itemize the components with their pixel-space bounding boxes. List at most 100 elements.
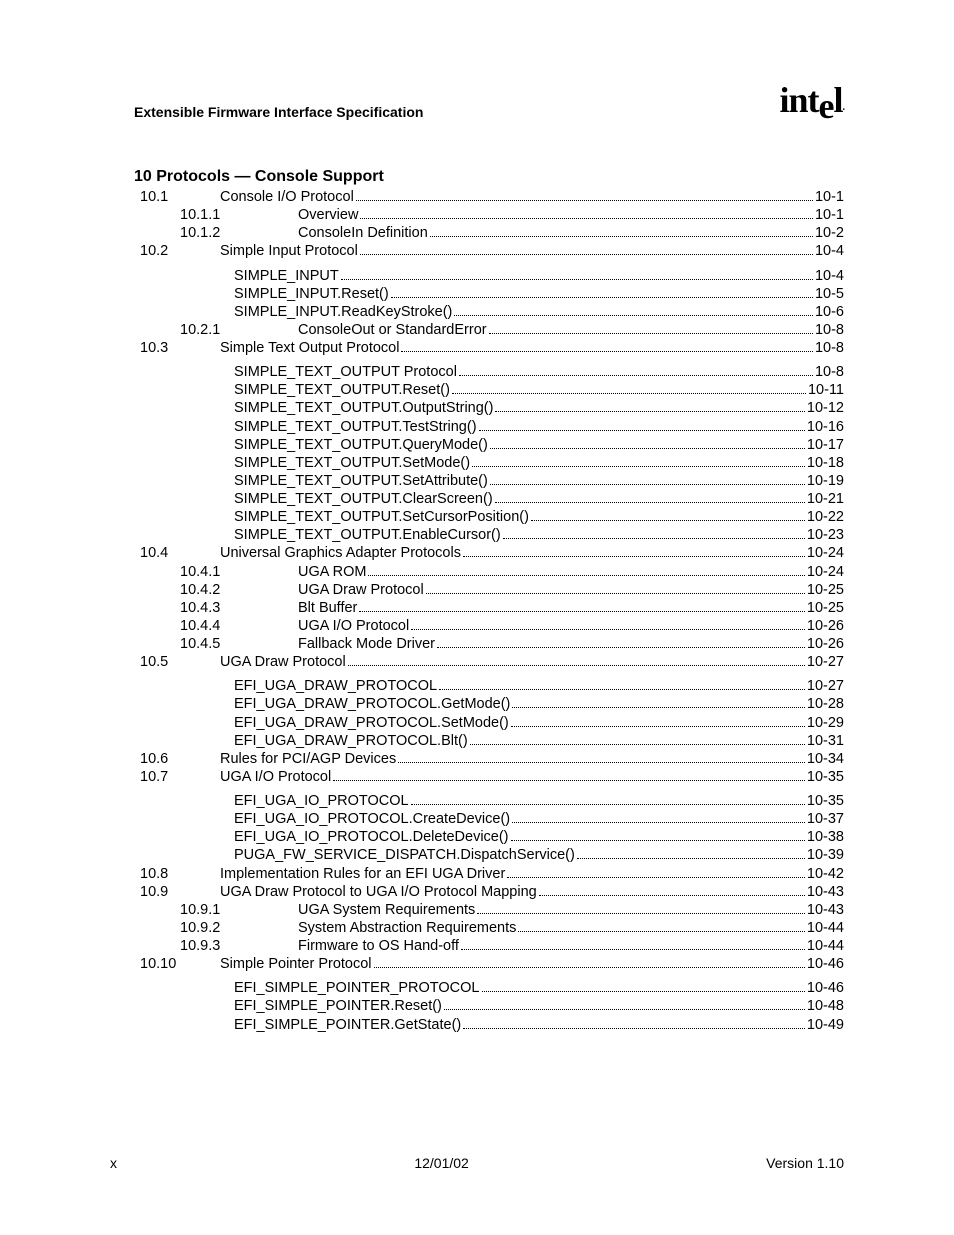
toc-entry-page: 10-26 <box>807 635 844 653</box>
toc-leader-dots <box>360 218 813 219</box>
toc-entry-number: 10.6 <box>134 750 220 768</box>
toc-entry-label: UGA Draw Protocol <box>220 653 346 671</box>
toc-leader-dots <box>511 840 805 841</box>
toc-entry: EFI_UGA_DRAW_PROTOCOL.SetMode() 10-29 <box>134 714 844 732</box>
toc-entry-page: 10-16 <box>807 418 844 436</box>
toc-entry: 10.9.3Firmware to OS Hand-off 10-44 <box>134 937 844 955</box>
toc-leader-dots <box>368 575 804 576</box>
toc-leader-dots <box>348 665 805 666</box>
toc-leader-dots <box>463 556 805 557</box>
toc-entry: 10.5UGA Draw Protocol 10-27 <box>134 653 844 671</box>
toc-leader-dots <box>359 611 805 612</box>
toc-entry-label: Simple Pointer Protocol <box>220 955 372 973</box>
toc-leader-dots <box>391 297 813 298</box>
toc-leader-dots <box>398 762 805 763</box>
toc-entry: SIMPLE_TEXT_OUTPUT Protocol 10-8 <box>134 363 844 381</box>
footer-version: Version 1.10 <box>766 1155 844 1171</box>
toc-entry-page: 10-26 <box>807 617 844 635</box>
toc-entry-page: 10-43 <box>807 901 844 919</box>
toc-entry-page: 10-25 <box>807 581 844 599</box>
toc-entry: EFI_UGA_DRAW_PROTOCOL.GetMode() 10-28 <box>134 695 844 713</box>
toc-entry-label: Console I/O Protocol <box>220 188 354 206</box>
toc-entry-number: 10.1.2 <box>134 224 298 242</box>
toc-leader-dots <box>374 967 805 968</box>
toc-entry-page: 10-1 <box>815 188 844 206</box>
toc-entry-label: SIMPLE_INPUT <box>134 267 339 285</box>
toc-entry-page: 10-28 <box>807 695 844 713</box>
toc-entry-number: 10.4.2 <box>134 581 298 599</box>
toc-entry-label: Blt Buffer <box>298 599 357 617</box>
toc-entry-page: 10-19 <box>807 472 844 490</box>
toc-entry-page: 10-18 <box>807 454 844 472</box>
toc-leader-dots <box>472 466 805 467</box>
toc-entry: EFI_UGA_IO_PROTOCOL.DeleteDevice() 10-38 <box>134 828 844 846</box>
toc-entry-page: 10-39 <box>807 846 844 864</box>
toc-entry: 10.4.3Blt Buffer 10-25 <box>134 599 844 617</box>
toc-entry-number: 10.2 <box>134 242 220 260</box>
toc-entry-label: SIMPLE_TEXT_OUTPUT.EnableCursor() <box>134 526 501 544</box>
toc-entry: SIMPLE_INPUT.ReadKeyStroke() 10-6 <box>134 303 844 321</box>
toc-entry: 10.2Simple Input Protocol 10-4 <box>134 242 844 260</box>
footer-page-num: x <box>110 1155 117 1171</box>
toc-entry-page: 10-46 <box>807 979 844 997</box>
toc-entry-label: Firmware to OS Hand-off <box>298 937 459 955</box>
toc-entry-number: 10.2.1 <box>134 321 298 339</box>
toc-entry-label: EFI_UGA_DRAW_PROTOCOL <box>134 677 437 695</box>
toc-entry-label: SIMPLE_TEXT_OUTPUT.SetAttribute() <box>134 472 488 490</box>
toc-entry: EFI_UGA_IO_PROTOCOL 10-35 <box>134 792 844 810</box>
toc-leader-dots <box>511 726 805 727</box>
toc-leader-dots <box>470 744 805 745</box>
toc-leader-dots <box>477 913 805 914</box>
toc-leader-dots <box>454 315 813 316</box>
toc-entry-page: 10-8 <box>815 339 844 357</box>
section-title: 10 Protocols — Console Support <box>134 168 844 186</box>
toc-entry-page: 10-4 <box>815 267 844 285</box>
toc-entry-number: 10.1 <box>134 188 220 206</box>
toc-entry-label: SIMPLE_TEXT_OUTPUT.QueryMode() <box>134 436 488 454</box>
toc-entry-number: 10.9.1 <box>134 901 298 919</box>
toc-leader-dots <box>577 858 805 859</box>
toc-leader-dots <box>411 629 805 630</box>
toc-leader-dots <box>437 647 805 648</box>
footer-date: 12/01/02 <box>414 1155 469 1171</box>
toc-entry-page: 10-6 <box>815 303 844 321</box>
toc-leader-dots <box>333 780 805 781</box>
toc-entry: EFI_UGA_IO_PROTOCOL.CreateDevice() 10-37 <box>134 810 844 828</box>
toc-entry-page: 10-25 <box>807 599 844 617</box>
toc-entry-label: SIMPLE_INPUT.Reset() <box>134 285 389 303</box>
toc-entry-label: UGA System Requirements <box>298 901 475 919</box>
toc-entry-page: 10-35 <box>807 792 844 810</box>
toc-entry: SIMPLE_TEXT_OUTPUT.SetCursorPosition() 1… <box>134 508 844 526</box>
document-page: Extensible Firmware Interface Specificat… <box>0 0 954 1235</box>
toc-entry-label: PUGA_FW_SERVICE_DISPATCH.DispatchService… <box>134 846 575 864</box>
toc-entry-page: 10-35 <box>807 768 844 786</box>
toc-entry-page: 10-1 <box>815 206 844 224</box>
toc-entry-label: Overview <box>298 206 358 224</box>
toc-entry-page: 10-8 <box>815 321 844 339</box>
toc-entry: 10.3Simple Text Output Protocol 10-8 <box>134 339 844 357</box>
toc-entry-label: SIMPLE_TEXT_OUTPUT.TestString() <box>134 418 477 436</box>
toc-entry: EFI_UGA_DRAW_PROTOCOL.Blt() 10-31 <box>134 732 844 750</box>
toc-entry-number: 10.9.2 <box>134 919 298 937</box>
toc-leader-dots <box>495 411 804 412</box>
toc-leader-dots <box>430 236 813 237</box>
toc-entry-page: 10-38 <box>807 828 844 846</box>
toc-entry: 10.9.1UGA System Requirements 10-43 <box>134 901 844 919</box>
toc-entry-number: 10.7 <box>134 768 220 786</box>
toc-entry-label: SIMPLE_TEXT_OUTPUT.ClearScreen() <box>134 490 493 508</box>
toc-entry: SIMPLE_INPUT 10-4 <box>134 267 844 285</box>
toc-entry-number: 10.8 <box>134 865 220 883</box>
toc-entry-page: 10-17 <box>807 436 844 454</box>
toc-leader-dots <box>341 279 813 280</box>
toc-entry-label: Simple Input Protocol <box>220 242 358 260</box>
table-of-contents: 10.1Console I/O Protocol 10-110.1.1Overv… <box>134 188 844 1034</box>
toc-leader-dots <box>490 484 805 485</box>
toc-leader-dots <box>495 502 805 503</box>
toc-entry-label: Fallback Mode Driver <box>298 635 435 653</box>
toc-entry: SIMPLE_TEXT_OUTPUT.EnableCursor() 10-23 <box>134 526 844 544</box>
toc-entry-page: 10-31 <box>807 732 844 750</box>
toc-entry: 10.2.1ConsoleOut or StandardError 10-8 <box>134 321 844 339</box>
toc-leader-dots <box>461 949 805 950</box>
toc-entry-page: 10-2 <box>815 224 844 242</box>
toc-entry: 10.10Simple Pointer Protocol 10-46 <box>134 955 844 973</box>
